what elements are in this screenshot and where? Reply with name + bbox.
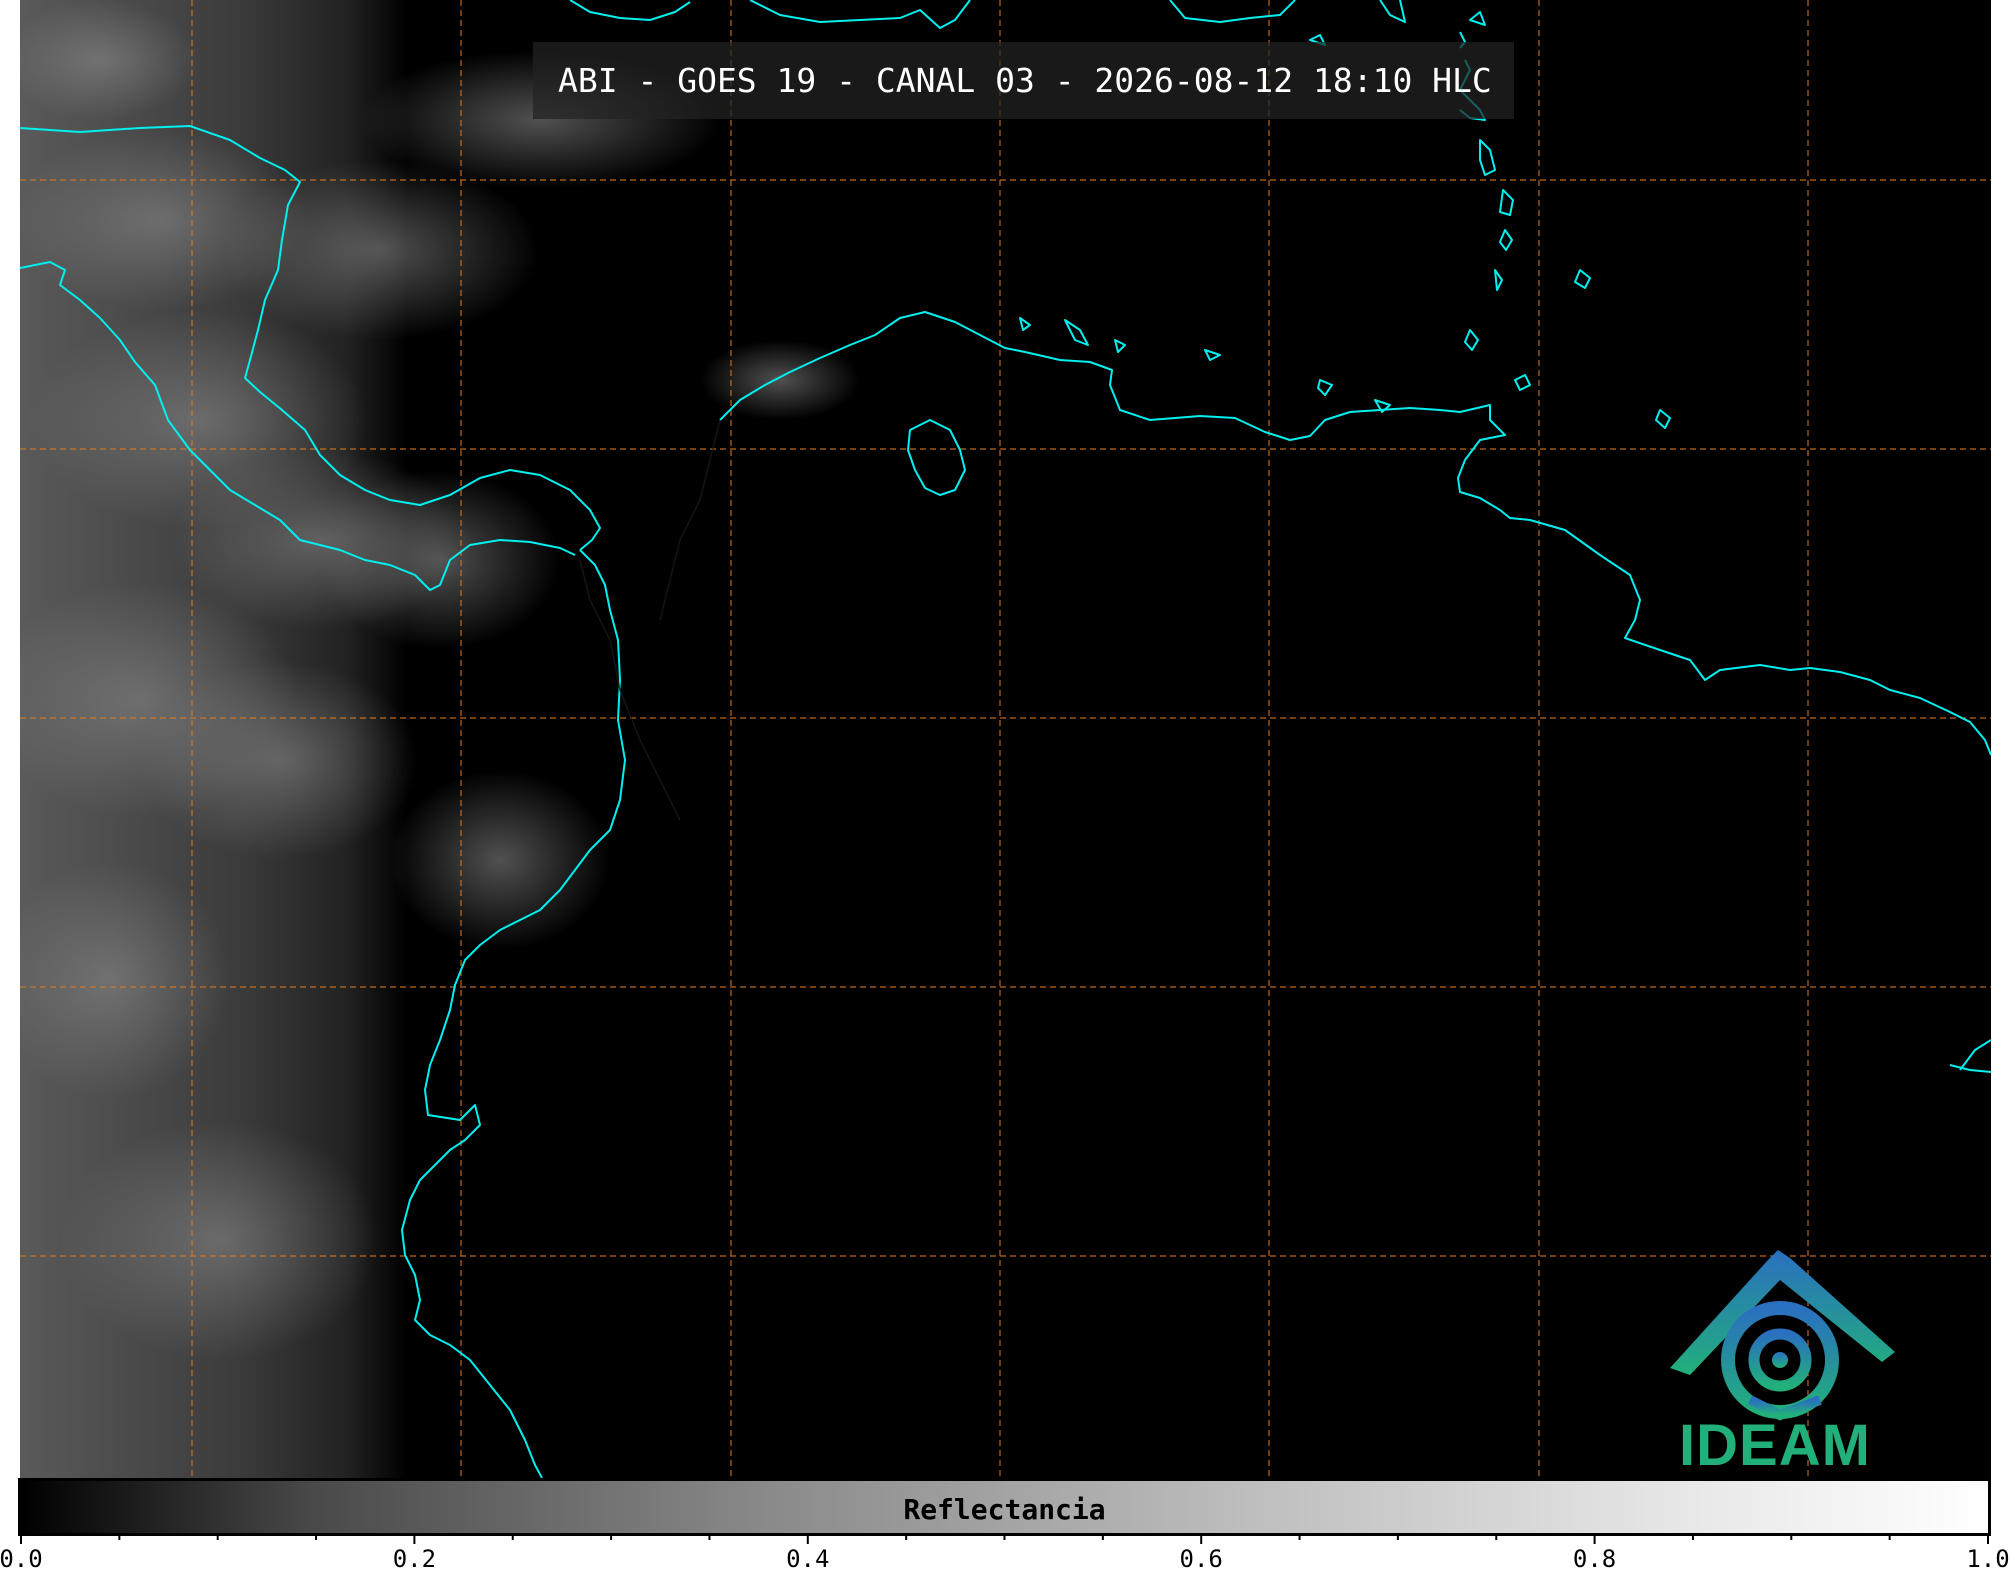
colorbar-tick-label: 0.8 <box>1573 1545 1616 1573</box>
colorbar-ticks: 0.0 0.2 0.4 0.6 0.8 1.0 <box>0 1534 2010 1573</box>
colorbar-tick-labels: 0.0 0.2 0.4 0.6 0.8 1.0 <box>0 1545 2010 1573</box>
satellite-map: ABI - GOES 19 - CANAL 03 - 2026-08-12 18… <box>20 0 1991 1478</box>
colorbar-tick-label: 0.6 <box>1180 1545 1223 1573</box>
colorbar-label: Reflectancia <box>903 1493 1106 1526</box>
colorbar-tick-label: 0.0 <box>0 1545 43 1573</box>
colorbar-tick-label: 0.4 <box>786 1545 829 1573</box>
colorbar-tick-marks <box>20 1534 1989 1544</box>
colorbar: Reflectancia <box>18 1478 1991 1536</box>
satellite-image-page: ABI - GOES 19 - CANAL 03 - 2026-08-12 18… <box>0 0 2011 1577</box>
colorbar-tick-label: 0.2 <box>393 1545 436 1573</box>
ideam-logo-text: IDEAM <box>1679 1413 1871 1478</box>
colorbar-tick-label: 1.0 <box>1966 1545 2009 1573</box>
image-title: ABI - GOES 19 - CANAL 03 - 2026-08-12 18… <box>533 42 1514 119</box>
